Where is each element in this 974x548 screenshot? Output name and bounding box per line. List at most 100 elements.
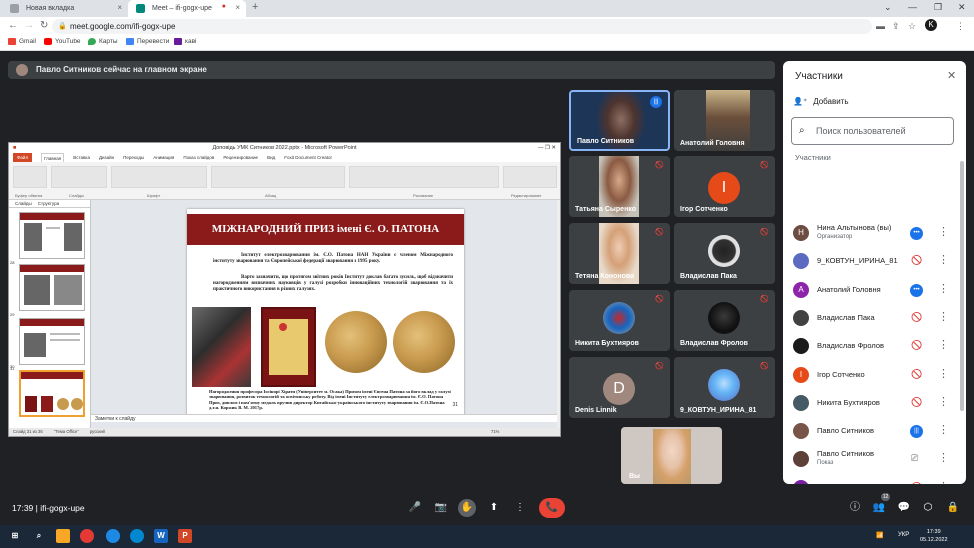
participant-row[interactable]: 9_КОВТУН_ИРИНА_81 🚫 ⋮ [783, 247, 966, 275]
chrome-icon[interactable] [80, 529, 94, 543]
video-tile[interactable]: 🚫 Владислав Пака [674, 223, 775, 284]
bookmark-kavi[interactable]: каві [174, 38, 197, 45]
more-options-icon[interactable]: ⋮ [938, 480, 949, 484]
audio-active-icon[interactable]: ••• [910, 227, 923, 240]
more-options-icon[interactable]: ⋮ [938, 367, 949, 380]
mic-off-icon[interactable]: 🚫 [911, 369, 922, 380]
video-tile[interactable]: 🚫 Тетяна Кононова [569, 223, 670, 284]
panel-tab-slides[interactable]: Слайды [15, 200, 32, 207]
current-slide[interactable]: МІЖНАРОДНИЙ ПРИЗ імені Є. О. ПАТОНА Інст… [187, 209, 464, 417]
ribbon-tab-home[interactable]: Главная [41, 153, 65, 162]
ribbon-tab-foxit[interactable]: Foxit Document Creator [284, 153, 332, 162]
more-options-icon[interactable]: ⋮ [938, 338, 949, 351]
camera-in-use-icon[interactable]: ▬ [876, 21, 885, 31]
mic-off-icon[interactable]: 🚫 [911, 312, 922, 323]
slide-thumbnail-selected[interactable] [19, 370, 85, 417]
more-options-icon[interactable]: ⋮ [938, 451, 949, 464]
mic-off-icon[interactable]: 🚫 [911, 482, 922, 484]
search-input[interactable]: ⌕ Поиск пользователей [791, 117, 954, 145]
add-people-button[interactable]: 👤⁺ Добавить [793, 97, 849, 106]
network-icon[interactable]: 📶 [876, 532, 883, 539]
video-tile[interactable]: 🚫 Никита Бухтияров [569, 290, 670, 351]
bookmark-youtube[interactable]: YouTube [44, 38, 81, 45]
audio-active-icon[interactable]: ••• [910, 283, 923, 297]
close-window-button[interactable]: ✕ [958, 2, 966, 13]
participant-row[interactable]: Павло Ситников Показ ⎚ ⋮ [783, 445, 966, 473]
minimize-button[interactable]: — [908, 2, 917, 12]
info-icon[interactable]: ⓘ [846, 499, 864, 517]
ribbon-tab-animation[interactable]: Анимация [153, 153, 174, 162]
more-options-icon[interactable]: ⋮ [938, 253, 949, 266]
windows-start-icon[interactable]: ⊞ [8, 529, 22, 543]
more-options-icon[interactable]: ⋮ [938, 395, 949, 408]
mic-off-icon[interactable]: 🚫 [911, 397, 922, 408]
ribbon-tab-file[interactable]: Файл [13, 153, 33, 162]
slide-thumbnail[interactable] [19, 212, 85, 259]
bookmark-translate[interactable]: Перевести [126, 38, 169, 45]
present-icon[interactable]: ⬆ [485, 499, 503, 517]
file-explorer-icon[interactable] [56, 529, 70, 543]
speaking-indicator-icon[interactable]: ||| [910, 425, 923, 439]
more-options-icon[interactable]: ⋮ [938, 310, 949, 323]
hangup-button[interactable]: 📞 [539, 498, 565, 518]
back-icon[interactable]: ← [8, 20, 18, 31]
share-icon[interactable]: ⇪ [892, 21, 900, 32]
video-tile[interactable]: 🚫 Владислав Фролов [674, 290, 775, 351]
video-tile[interactable]: ||| Павло Ситников [569, 90, 670, 151]
raise-hand-icon[interactable]: ✋ [458, 499, 476, 517]
participant-row[interactable]: Владислав Фролов 🚫 ⋮ [783, 332, 966, 360]
participant-row[interactable]: A Анатолий Головня ••• ⋮ [783, 276, 966, 304]
new-tab-button[interactable]: + [252, 1, 258, 13]
ribbon-tab-review[interactable]: Рецензирование [223, 153, 258, 162]
host-controls-icon[interactable]: 🔒 [944, 499, 962, 517]
slide-thumbnail[interactable] [19, 264, 85, 311]
close-icon[interactable]: ✕ [947, 69, 956, 82]
camera-icon[interactable]: 📷 [432, 499, 450, 517]
activities-icon[interactable]: ⬡ [919, 499, 937, 517]
tab-meet[interactable]: Meet – ifi-gogx-upe ● × [128, 0, 246, 17]
bookmark-maps[interactable]: Карты [88, 38, 118, 45]
more-options-icon[interactable]: ⋮ [938, 225, 949, 238]
mic-icon[interactable]: 🎤 [406, 499, 424, 517]
powerpoint-taskbar-icon[interactable]: P [178, 529, 192, 543]
panel-scrollbar[interactable] [960, 161, 964, 411]
zoom-level[interactable]: 71% [491, 428, 499, 436]
app-icon[interactable] [106, 529, 120, 543]
keyboard-language[interactable]: УКР [898, 532, 909, 538]
participant-row[interactable]: Никита Бухтияров 🚫 ⋮ [783, 389, 966, 417]
forward-icon[interactable]: → [24, 20, 34, 31]
address-bar[interactable]: 🔒 meet.google.com/ifi-gogx-upe [52, 19, 872, 34]
drawing-group[interactable] [349, 166, 499, 188]
ribbon-tab-slideshow[interactable]: Показ слайдов [183, 153, 214, 162]
menu-dots-icon[interactable]: ⋮ [956, 21, 965, 32]
more-options-icon[interactable]: ⋮ [938, 282, 949, 295]
presenting-icon[interactable]: ⎚ [911, 453, 918, 464]
bookmark-gmail[interactable]: Gmail [8, 38, 36, 45]
ribbon-tab-design[interactable]: Дизайн [99, 153, 114, 162]
tab-new-tab[interactable]: Новая вкладка × [2, 0, 128, 17]
mic-off-icon[interactable]: 🚫 [911, 255, 922, 266]
ribbon-tab-view[interactable]: Вид [267, 153, 275, 162]
participant-row[interactable]: T Татьяна Сыренко 🚫 ⋮ [783, 474, 966, 484]
slide-scrollbar[interactable] [557, 200, 560, 428]
font-group[interactable] [111, 166, 207, 188]
editing-group[interactable] [503, 166, 557, 188]
people-icon[interactable]: 👥 [870, 499, 888, 517]
ribbon-tab-insert[interactable]: Вставка [73, 153, 90, 162]
video-tile[interactable]: Анатолий Головня [674, 90, 775, 151]
maximize-button[interactable]: ❐ [934, 2, 942, 13]
word-icon[interactable]: W [154, 529, 168, 543]
tab-search-icon[interactable]: ⌄ [884, 2, 892, 13]
profile-avatar[interactable]: K [925, 19, 937, 31]
close-icon[interactable]: × [117, 3, 122, 12]
bookmark-star-icon[interactable]: ☆ [908, 21, 916, 32]
panel-tab-outline[interactable]: Структура [38, 200, 59, 207]
video-tile[interactable]: 🚫 9_КОВТУН_ИРИНА_81 [674, 357, 775, 418]
chat-icon[interactable]: 💬 [895, 499, 913, 517]
ribbon-tab-transitions[interactable]: Переходы [123, 153, 144, 162]
self-video-tile[interactable]: Вы [621, 427, 722, 484]
video-tile[interactable]: 🚫 Татьяна Сыренко [569, 156, 670, 217]
participant-row[interactable]: Владислав Пака 🚫 ⋮ [783, 304, 966, 332]
close-icon[interactable]: × [235, 3, 240, 12]
reload-icon[interactable]: ↻ [40, 20, 48, 31]
